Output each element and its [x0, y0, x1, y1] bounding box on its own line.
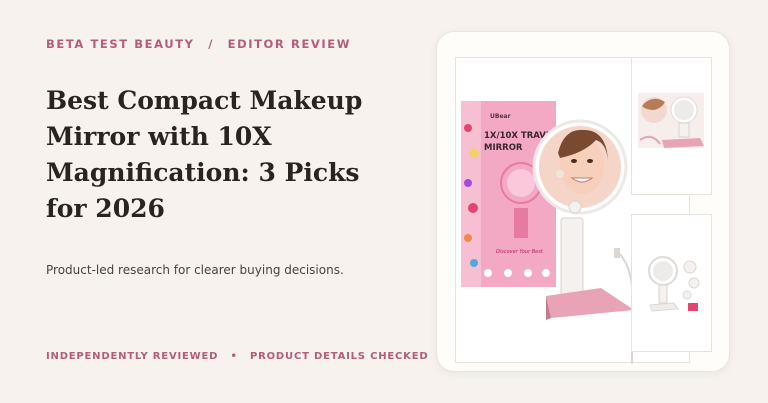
brand-name: BETA TEST BEAUTY	[46, 37, 195, 51]
page-title: Best Compact Makeup Mirror with 10X Magn…	[46, 86, 363, 223]
thumbnail-accessories[interactable]	[631, 214, 712, 352]
box-title-line2: MIRROR	[484, 143, 523, 153]
box-brand-text: UBear	[490, 113, 511, 120]
mirror-base	[546, 288, 634, 318]
badge-independently-reviewed: INDEPENDENTLY REVIEWED	[46, 351, 219, 362]
badge-details-checked: PRODUCT DETAILS CHECKED	[250, 351, 429, 362]
thumbnail-accessories-image	[648, 256, 700, 312]
section-name: EDITOR REVIEW	[227, 37, 352, 51]
eyebrow-separator: /	[208, 37, 215, 51]
page-subtitle: Product-led research for clearer buying …	[46, 263, 344, 277]
trust-badges: INDEPENDENTLY REVIEWED • PRODUCT DETAILS…	[46, 351, 428, 362]
badge-bullet: •	[230, 351, 238, 362]
mirror-stand-arm	[560, 217, 584, 299]
box-script-text: Discover Your Best	[496, 249, 544, 255]
eyebrow: BETA TEST BEAUTY / EDITOR REVIEW	[46, 37, 351, 51]
thumbnail-lifestyle[interactable]	[631, 57, 712, 195]
thumbnail-lifestyle-image	[638, 93, 704, 148]
